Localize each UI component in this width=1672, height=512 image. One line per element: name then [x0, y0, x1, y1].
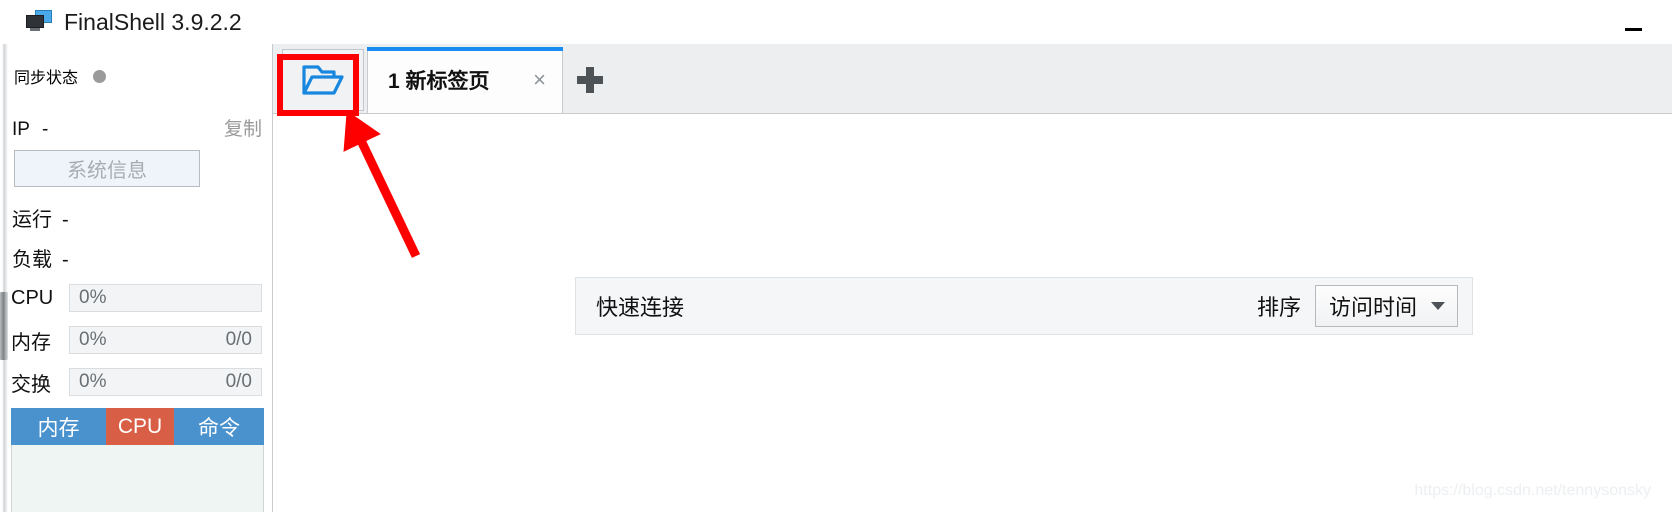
open-folder-icon — [302, 65, 344, 95]
tab-bar: 1 新标签页 × — [273, 44, 1672, 114]
tab-command[interactable]: 命令 — [174, 408, 264, 445]
sort-dropdown-value: 访问时间 — [1328, 295, 1417, 320]
finalshell-window: FinalShell 3.9.2.2 同步状态 IP - 复制 系统信息 运行 -… — [0, 0, 1672, 512]
splitter-grip[interactable] — [0, 292, 8, 360]
memory-meter: 0% 0/0 — [69, 326, 262, 354]
memory-meter-label: 内存 — [11, 331, 51, 354]
sort-label: 排序 — [1256, 295, 1301, 320]
status-dot-icon — [93, 69, 107, 83]
swap-meter-percent: 0% — [79, 371, 107, 392]
sync-status-label: 同步状态 — [14, 70, 79, 87]
chevron-down-icon — [1431, 302, 1445, 310]
cpu-meter-row: CPU 0% — [11, 284, 262, 312]
main-area: 1 新标签页 × 快速连接 排序 访问时间 https://blog.csdn.… — [272, 44, 1672, 512]
tab-memory[interactable]: 内存 — [11, 408, 106, 445]
title-bar: FinalShell 3.9.2.2 — [0, 0, 1672, 44]
system-info-button[interactable]: 系统信息 — [14, 150, 200, 187]
quick-connect-title: 快速连接 — [596, 295, 685, 320]
plus-icon — [577, 67, 603, 93]
uptime-value: - — [62, 209, 69, 231]
watermark: https://blog.csdn.net/tennysonsky — [1414, 482, 1651, 499]
swap-meter: 0% 0/0 — [69, 368, 262, 396]
swap-meter-detail: 0/0 — [225, 371, 252, 392]
ip-value: - — [41, 119, 49, 140]
app-title: FinalShell 3.9.2.2 — [64, 8, 242, 35]
add-tab-button[interactable] — [563, 47, 617, 113]
load-value: - — [62, 249, 69, 271]
ip-row: IP - 复制 — [12, 114, 262, 141]
tab-content: 快速连接 排序 访问时间 https://blog.csdn.net/tenny… — [273, 114, 1672, 512]
cpu-meter-label: CPU — [11, 286, 54, 309]
quick-connect-panel: 快速连接 排序 访问时间 — [575, 277, 1473, 335]
monitor-tabs: 内存 CPU 命令 — [11, 408, 264, 445]
sort-dropdown[interactable]: 访问时间 — [1314, 285, 1458, 327]
copy-ip-button[interactable]: 复制 — [224, 114, 262, 141]
minimize-button[interactable] — [1618, 12, 1648, 36]
close-icon[interactable]: × — [533, 69, 546, 91]
monitor-icon — [26, 10, 52, 34]
tab-new-tab[interactable]: 1 新标签页 × — [367, 47, 563, 113]
memory-meter-detail: 0/0 — [225, 329, 252, 350]
monitor-graph-panel — [11, 445, 264, 512]
swap-meter-row: 交换 0% 0/0 — [11, 368, 262, 396]
tab-new-tab-label: 1 新标签页 — [388, 70, 490, 93]
uptime-row: 运行 - — [12, 203, 69, 232]
minimize-icon — [1624, 28, 1642, 31]
tab-cpu[interactable]: CPU — [106, 408, 174, 445]
open-folder-button[interactable] — [282, 49, 364, 111]
cpu-meter: 0% — [69, 284, 262, 312]
memory-meter-percent: 0% — [79, 329, 107, 350]
sync-status-row: 同步状态 — [14, 64, 107, 88]
sidebar-splitter[interactable] — [0, 44, 8, 512]
load-label: 负载 — [12, 249, 52, 271]
memory-meter-row: 内存 0% 0/0 — [11, 326, 262, 354]
ip-label: IP — [12, 119, 30, 140]
cpu-meter-percent: 0% — [79, 287, 107, 308]
load-row: 负载 - — [12, 243, 69, 272]
uptime-label: 运行 — [12, 209, 52, 231]
swap-meter-label: 交换 — [11, 373, 51, 396]
sidebar: 同步状态 IP - 复制 系统信息 运行- 负载- CPU 0% 内存 0% — [0, 44, 272, 512]
